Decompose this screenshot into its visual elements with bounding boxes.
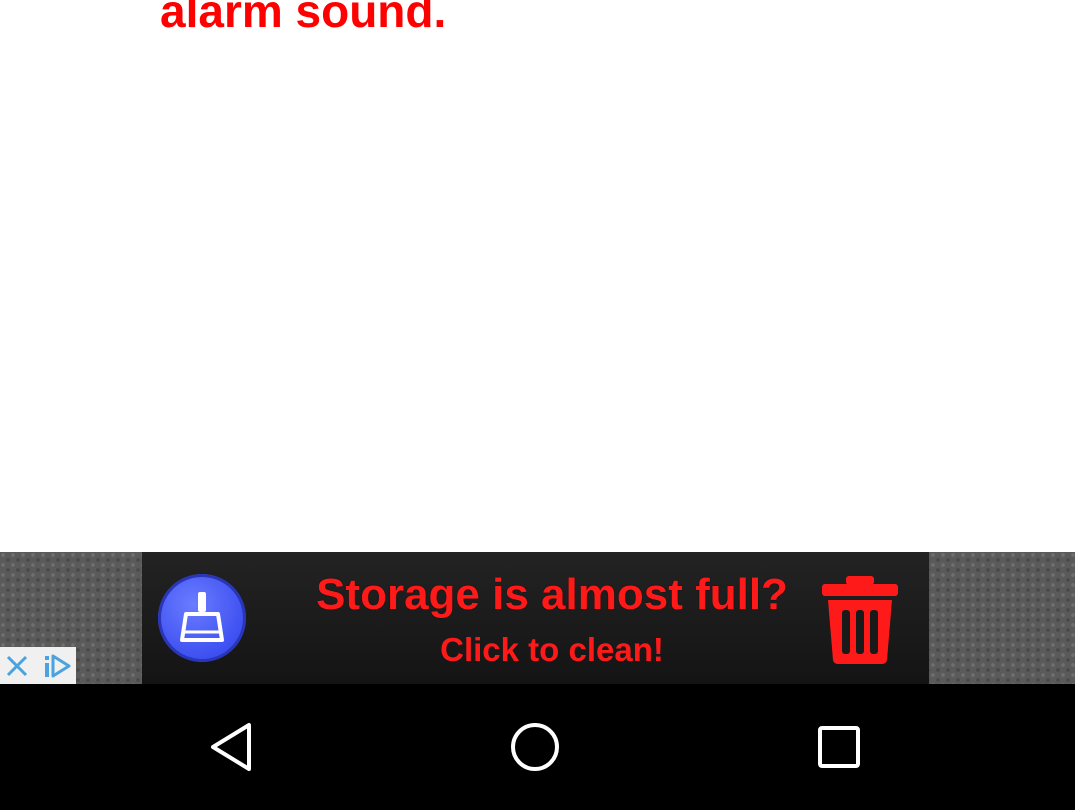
broom-icon — [158, 574, 246, 662]
message-text: alarm sound. — [160, 0, 447, 37]
navigation-bar — [0, 684, 1075, 810]
trash-can-icon — [820, 574, 900, 666]
main-content: alarm sound. — [0, 0, 1075, 552]
ad-headline: Storage is almost full? — [316, 570, 788, 619]
ad-creative[interactable]: Storage is almost full? Click to clean! — [142, 552, 929, 684]
ad-controls — [0, 647, 76, 684]
ad-banner[interactable]: Storage is almost full? Click to clean! — [0, 552, 1075, 684]
app-screen: alarm sound. Storage is almost full? Cli… — [0, 0, 1075, 810]
ad-cta-text: Click to clean! — [440, 631, 664, 668]
back-icon[interactable] — [196, 711, 268, 783]
home-icon[interactable] — [499, 711, 571, 783]
ad-choices-icon[interactable] — [38, 647, 76, 684]
recents-icon[interactable] — [803, 711, 875, 783]
close-icon[interactable] — [0, 647, 34, 684]
